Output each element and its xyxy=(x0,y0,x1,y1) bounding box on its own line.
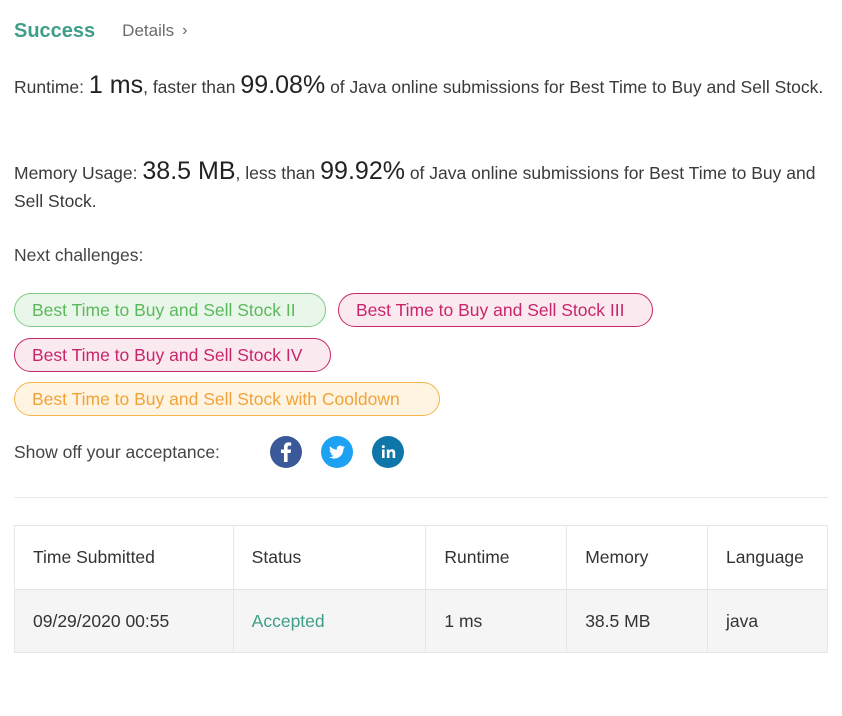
runtime-suffix: of Java online submissions for Best Time… xyxy=(330,77,824,97)
cell-status-link[interactable]: Accepted xyxy=(232,589,427,653)
cell-language: java xyxy=(707,589,828,653)
next-challenges-label: Next challenges: xyxy=(14,245,144,265)
status-success: Success xyxy=(14,19,96,42)
challenge-pill-stock-iv[interactable]: Best Time to Buy and Sell Stock IV xyxy=(14,338,331,372)
divider xyxy=(14,497,828,498)
twitter-icon[interactable] xyxy=(321,436,353,468)
runtime-percent: 99.08% xyxy=(240,71,326,99)
header-runtime: Runtime xyxy=(425,525,568,590)
cell-time-submitted: 09/29/2020 00:55 xyxy=(14,589,234,653)
chevron-right-icon: › xyxy=(182,22,188,39)
submission-table: Time Submitted Status Runtime Memory Lan… xyxy=(14,525,828,653)
linkedin-icon[interactable] xyxy=(372,436,404,468)
share-label: Show off your acceptance: xyxy=(14,441,220,462)
memory-label: Memory Usage: xyxy=(14,163,138,183)
table-header-row: Time Submitted Status Runtime Memory Lan… xyxy=(14,525,828,590)
header-language: Language xyxy=(707,525,828,590)
challenge-pill-stock-cooldown[interactable]: Best Time to Buy and Sell Stock with Coo… xyxy=(14,382,440,416)
memory-summary: Memory Usage: 38.5 MB, less than 99.92% … xyxy=(14,157,826,215)
details-link[interactable]: Details › xyxy=(122,21,187,41)
memory-percent: 99.92% xyxy=(320,157,405,185)
header-memory: Memory xyxy=(566,525,709,590)
runtime-label: Runtime: xyxy=(14,77,85,97)
header-time-submitted: Time Submitted xyxy=(14,525,234,590)
facebook-icon[interactable] xyxy=(270,436,302,468)
challenge-pill-stock-ii[interactable]: Best Time to Buy and Sell Stock II xyxy=(14,293,326,327)
memory-value: 38.5 MB xyxy=(142,157,236,185)
result-header: Success Details › xyxy=(14,18,187,44)
challenge-pill-stock-iii[interactable]: Best Time to Buy and Sell Stock III xyxy=(338,293,653,327)
details-label: Details xyxy=(122,21,175,40)
cell-runtime: 1 ms xyxy=(425,589,568,653)
runtime-summary: Runtime: 1 ms, faster than 99.08% of Jav… xyxy=(14,71,826,101)
header-status: Status xyxy=(232,525,427,590)
runtime-comparison: , faster than xyxy=(143,77,236,97)
cell-memory: 38.5 MB xyxy=(566,589,709,653)
memory-comparison: , less than xyxy=(235,163,316,183)
share-row: Show off your acceptance: xyxy=(14,436,423,468)
runtime-value: 1 ms xyxy=(88,71,144,99)
table-row: 09/29/2020 00:55 Accepted 1 ms 38.5 MB j… xyxy=(14,589,828,653)
